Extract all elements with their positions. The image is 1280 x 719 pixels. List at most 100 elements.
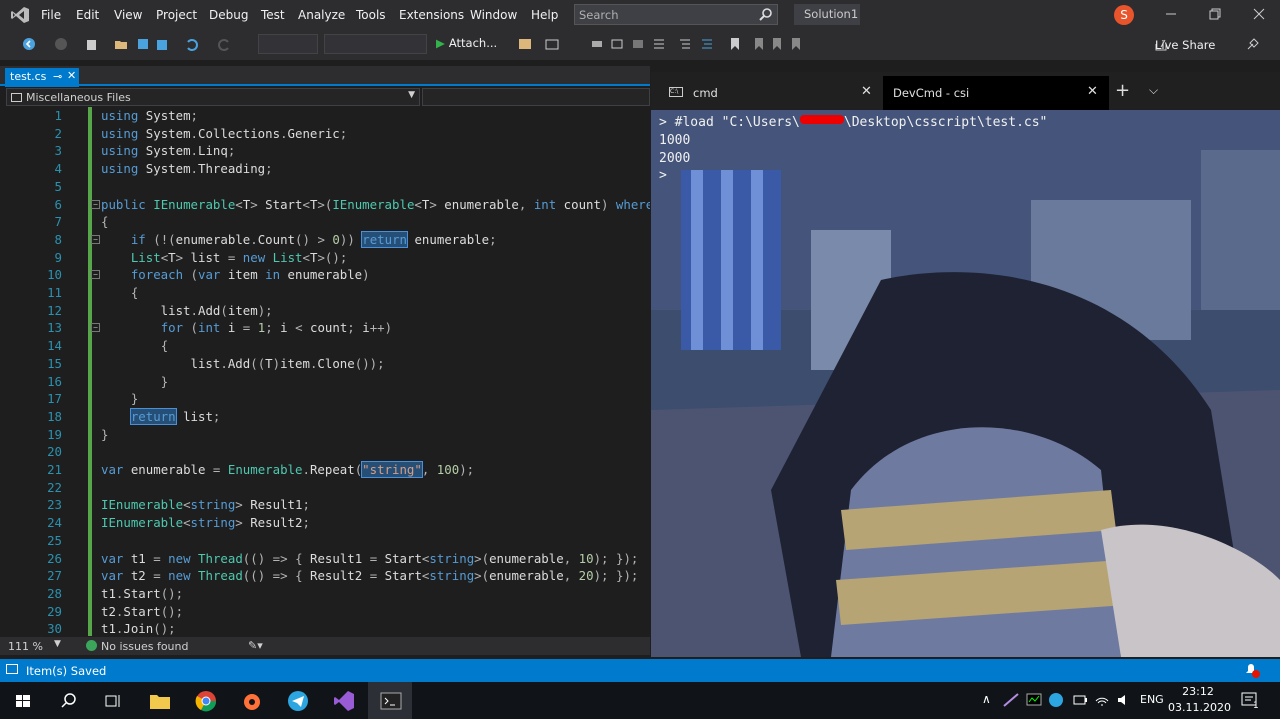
- menu-file[interactable]: File: [41, 8, 61, 22]
- code-line: 19}: [6, 426, 650, 444]
- bookmark-icon[interactable]: [728, 37, 742, 51]
- code-line: 14 {: [6, 337, 650, 355]
- code-line: 3 using System.Linq;: [6, 142, 650, 160]
- forward-icon[interactable]: [54, 37, 68, 51]
- task-view-icon[interactable]: [100, 688, 126, 714]
- issues-label: No issues found: [101, 640, 189, 653]
- cmd-icon: C:\: [669, 87, 683, 97]
- platform-dropdown[interactable]: [324, 34, 427, 54]
- account-avatar[interactable]: S: [1114, 5, 1134, 25]
- restore-icon[interactable]: [1208, 7, 1222, 21]
- member-dropdown[interactable]: [422, 88, 650, 106]
- menu-window[interactable]: Window: [470, 8, 517, 22]
- menu-help[interactable]: Help: [531, 8, 558, 22]
- output-icon[interactable]: [6, 664, 18, 674]
- fold-toggle-icon[interactable]: −: [91, 234, 100, 244]
- save-all-icon[interactable]: [156, 37, 170, 51]
- menu-extensions[interactable]: Extensions: [399, 8, 464, 22]
- volume-icon[interactable]: [1116, 692, 1132, 708]
- back-icon[interactable]: [22, 37, 36, 51]
- tab-test-cs[interactable]: test.cs ⊸ ✕: [5, 68, 79, 87]
- redo-icon[interactable]: [218, 37, 232, 51]
- screen: File Edit View Project Debug Test Analyz…: [0, 0, 1280, 719]
- brush-icon[interactable]: ✎▾: [248, 639, 263, 652]
- fold-toggle-icon[interactable]: −: [91, 323, 100, 333]
- telegram-icon[interactable]: [285, 688, 311, 714]
- file-explorer-icon[interactable]: [147, 688, 173, 714]
- issues-indicator[interactable]: No issues found: [86, 640, 188, 653]
- menu-test[interactable]: Test: [261, 8, 285, 22]
- code-text: using System.Collections.Generic;: [101, 125, 348, 141]
- screenshot-icon[interactable]: [545, 37, 559, 51]
- zoom-level[interactable]: 111 %: [8, 640, 43, 653]
- visual-studio-taskbar-icon[interactable]: [331, 688, 357, 714]
- fold-toggle-icon[interactable]: −: [91, 270, 100, 280]
- chrome-icon[interactable]: [193, 688, 219, 714]
- code-editor[interactable]: 1 using System; 2 using System.Collections.…: [6, 107, 650, 636]
- project-dropdown[interactable]: Miscellaneous Files ▼: [6, 88, 420, 106]
- close-tab-icon[interactable]: ✕: [861, 84, 872, 99]
- prev-bookmark-icon[interactable]: [752, 37, 766, 51]
- terminal-output[interactable]: > #load "C:\Users\ \Desktop\csscript\test…: [659, 114, 1047, 185]
- search-input[interactable]: Search: [574, 4, 778, 25]
- code-text: t1.Join();: [101, 621, 176, 636]
- format-icon[interactable]: [610, 37, 624, 51]
- uncomment-icon[interactable]: [700, 37, 714, 51]
- menu-project[interactable]: Project: [156, 8, 197, 22]
- step-icon[interactable]: [590, 37, 604, 51]
- clock[interactable]: 23:12 03.11.2020: [1168, 684, 1231, 716]
- browse-icon[interactable]: [518, 37, 532, 51]
- line-number: 15: [47, 355, 62, 371]
- menu-edit[interactable]: Edit: [76, 8, 99, 22]
- outline-icon[interactable]: [631, 37, 645, 51]
- tab-cmd[interactable]: C:\ cmd ✕: [657, 76, 883, 110]
- open-folder-icon[interactable]: [114, 37, 128, 51]
- battery-icon[interactable]: [1072, 692, 1088, 708]
- close-tab-icon[interactable]: ✕: [67, 69, 76, 82]
- live-share-button[interactable]: Live Share: [1155, 38, 1215, 52]
- line-number: 5: [54, 178, 62, 194]
- feedback-icon[interactable]: [1246, 37, 1260, 51]
- menu-analyze[interactable]: Analyze: [298, 8, 345, 22]
- tab-devcmd[interactable]: DevCmd - csi ✕: [883, 76, 1109, 110]
- new-item-icon[interactable]: [84, 37, 98, 51]
- app-icon[interactable]: [239, 688, 265, 714]
- code-line: 30 t1.Join();: [6, 620, 650, 636]
- menu-tools[interactable]: Tools: [356, 8, 386, 22]
- fold-toggle-icon[interactable]: −: [91, 199, 100, 209]
- language-indicator[interactable]: ENG: [1140, 693, 1164, 706]
- code-text: List<T> list = new List<T>();: [130, 249, 348, 265]
- close-tab-icon[interactable]: ✕: [1087, 84, 1098, 99]
- next-bookmark-icon[interactable]: [770, 37, 784, 51]
- notification-bell-icon[interactable]: [1243, 662, 1261, 678]
- windows-start-icon[interactable]: [10, 688, 36, 714]
- chevron-up-icon[interactable]: ∧: [982, 692, 991, 706]
- new-tab-icon[interactable]: +: [1115, 80, 1130, 101]
- taskbar: ∧ ENG 23:12 03.11.2020 1: [0, 682, 1280, 719]
- search-icon[interactable]: [56, 688, 82, 714]
- menu-view[interactable]: View: [114, 8, 142, 22]
- zoom-dropdown-icon[interactable]: ▼: [54, 639, 61, 649]
- attach-button[interactable]: ▶ Attach...: [436, 36, 497, 50]
- menu-debug[interactable]: Debug: [209, 8, 248, 22]
- list-icon[interactable]: [652, 37, 666, 51]
- code-text: var t1 = new Thread(() => { Result1 = St…: [101, 550, 639, 566]
- terminal-window: C:\ cmd ✕ DevCmd - csi ✕ + ⌵ > #load "C:…: [651, 72, 1280, 657]
- chevron-down-icon[interactable]: ⌵: [1149, 83, 1158, 98]
- undo-icon[interactable]: [184, 37, 198, 51]
- terminal-taskbar-item[interactable]: [368, 682, 412, 719]
- line-number: 11: [47, 285, 62, 300]
- tray-telegram-icon[interactable]: [1048, 692, 1064, 708]
- close-icon[interactable]: [1252, 7, 1266, 21]
- minimize-icon[interactable]: [1164, 7, 1178, 21]
- tray-app-icon[interactable]: [1002, 692, 1020, 708]
- wifi-icon[interactable]: [1094, 692, 1110, 708]
- line-number: 12: [47, 302, 62, 318]
- save-icon[interactable]: [136, 37, 150, 51]
- comment-icon[interactable]: [678, 37, 692, 51]
- clear-bookmark-icon[interactable]: [789, 37, 803, 51]
- line-number: 29: [47, 603, 62, 619]
- pin-icon[interactable]: ⊸: [53, 70, 62, 83]
- configuration-dropdown[interactable]: [258, 34, 318, 54]
- tray-monitor-icon[interactable]: [1026, 692, 1042, 708]
